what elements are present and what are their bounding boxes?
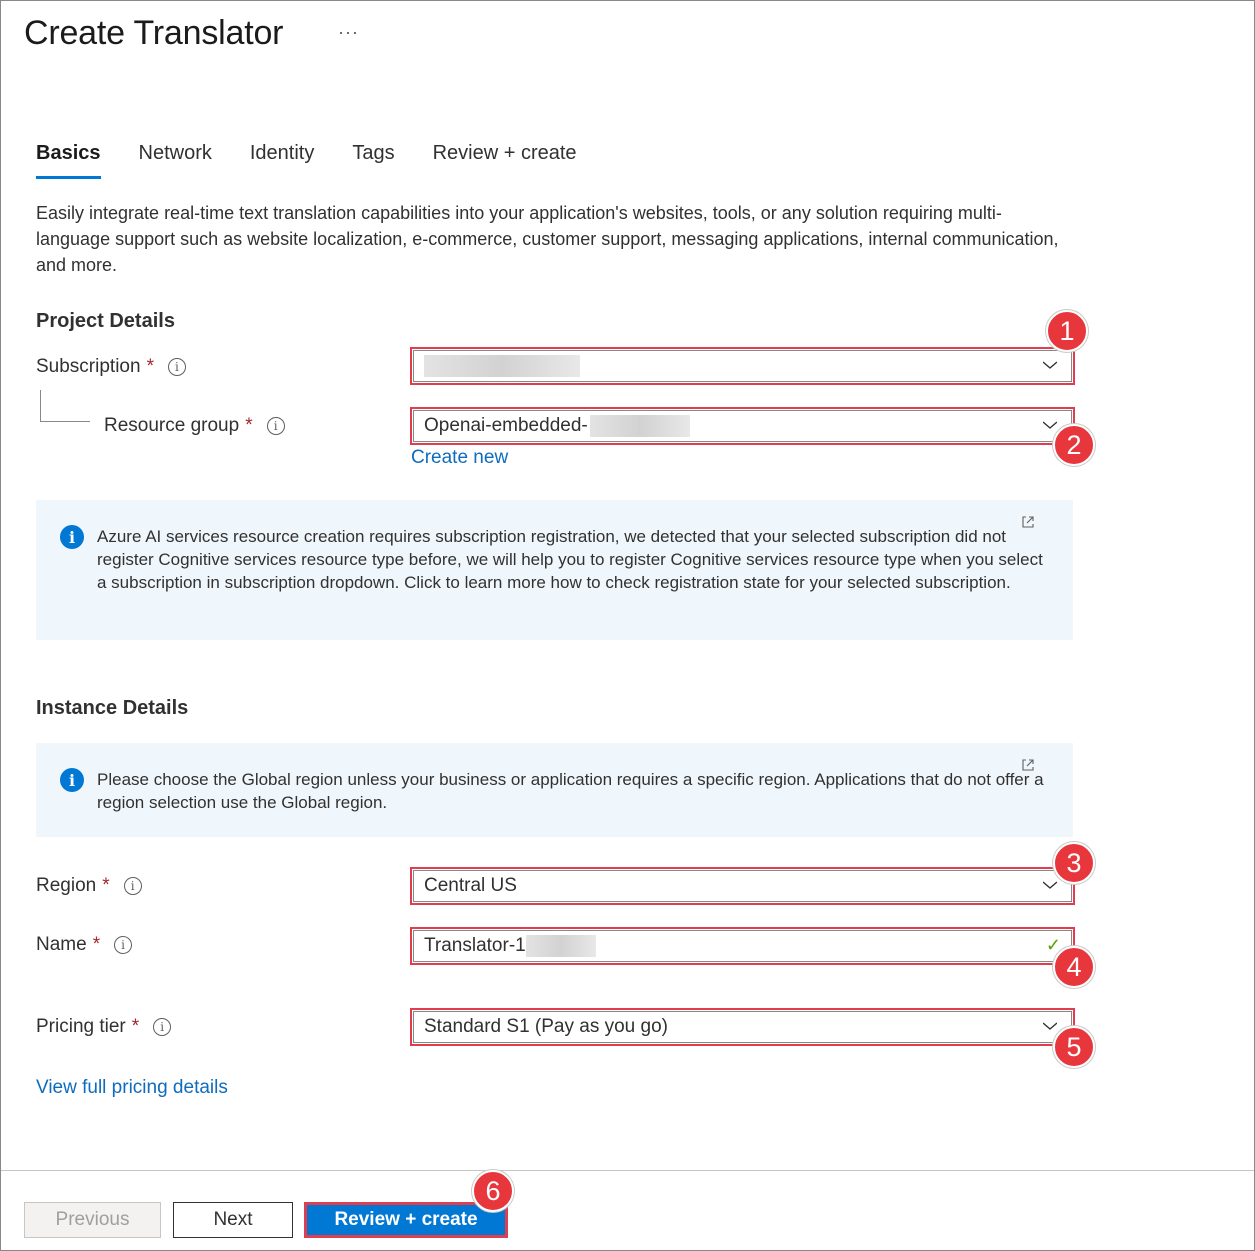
tab-tags[interactable]: Tags [352, 142, 394, 180]
view-pricing-link[interactable]: View full pricing details [36, 1077, 228, 1099]
redacted-value [525, 935, 596, 957]
footer-divider [1, 1170, 1254, 1171]
review-create-button[interactable]: Review + create [304, 1202, 508, 1238]
subscription-label: Subscription * i [36, 356, 186, 378]
external-link-icon[interactable] [1021, 758, 1035, 772]
create-new-link[interactable]: Create new [411, 447, 508, 469]
callout-badge-5: 5 [1053, 1026, 1095, 1068]
tab-bar: Basics Network Identity Tags Review + cr… [36, 142, 615, 180]
redacted-value [424, 355, 580, 377]
required-asterisk: * [102, 875, 110, 896]
registration-info-text: Azure AI services resource creation requ… [97, 527, 1043, 592]
tree-connector [40, 390, 90, 422]
chevron-down-icon [1043, 421, 1057, 429]
info-filled-icon: i [60, 525, 84, 549]
name-input[interactable]: Translator-1 ✓ [410, 927, 1075, 965]
external-link-icon[interactable] [1021, 515, 1035, 529]
tab-identity[interactable]: Identity [250, 142, 314, 180]
callout-badge-3: 3 [1053, 842, 1095, 884]
subscription-label-text: Subscription [36, 356, 141, 377]
region-value: Central US [424, 875, 517, 896]
pricing-tier-label-text: Pricing tier [36, 1016, 126, 1037]
tab-review-create[interactable]: Review + create [433, 142, 577, 180]
previous-button[interactable]: Previous [24, 1202, 161, 1238]
chevron-down-icon [1043, 881, 1057, 889]
region-info-text: Please choose the Global region unless y… [97, 770, 1044, 812]
callout-badge-4: 4 [1053, 946, 1095, 988]
info-filled-icon: i [60, 768, 84, 792]
resource-group-label-text: Resource group [104, 415, 240, 436]
name-value: Translator-1 [424, 935, 526, 956]
redacted-value [589, 415, 690, 437]
info-icon[interactable]: i [153, 1018, 172, 1036]
registration-info-banner: i Azure AI services resource creation re… [36, 500, 1073, 640]
region-dropdown[interactable]: Central US [410, 867, 1075, 905]
resource-group-label: Resource group * i [104, 415, 285, 437]
region-label-text: Region [36, 875, 97, 896]
page-title: Create Translator [24, 14, 284, 52]
required-asterisk: * [92, 934, 101, 955]
resource-group-value: Openai-embedded- [424, 415, 588, 436]
name-label-text: Name [36, 934, 87, 955]
chevron-down-icon [1043, 361, 1057, 369]
pricing-tier-dropdown[interactable]: Standard S1 (Pay as you go) [410, 1008, 1075, 1046]
resource-group-dropdown[interactable]: Openai-embedded- [410, 407, 1075, 445]
callout-badge-2: 2 [1053, 424, 1095, 466]
info-icon[interactable]: i [114, 936, 133, 954]
project-details-heading: Project Details [36, 310, 175, 332]
more-options-icon[interactable]: ··· [338, 22, 359, 43]
pricing-tier-value: Standard S1 (Pay as you go) [424, 1016, 668, 1037]
required-asterisk: * [131, 1016, 140, 1037]
required-asterisk: * [146, 356, 154, 377]
callout-badge-6: 6 [472, 1170, 514, 1212]
pricing-tier-label: Pricing tier * i [36, 1016, 172, 1038]
info-icon[interactable]: i [266, 417, 285, 435]
callout-badge-1: 1 [1046, 310, 1088, 352]
subscription-dropdown[interactable] [410, 347, 1075, 385]
name-label: Name * i [36, 934, 133, 956]
intro-description: Easily integrate real-time text translat… [36, 203, 1059, 275]
instance-details-heading: Instance Details [36, 697, 189, 719]
region-label: Region * i [36, 875, 142, 897]
next-button[interactable]: Next [173, 1202, 293, 1238]
region-info-banner: i Please choose the Global region unless… [36, 743, 1073, 837]
tab-network[interactable]: Network [139, 142, 212, 180]
required-asterisk: * [245, 415, 253, 436]
info-icon[interactable]: i [123, 877, 142, 895]
info-icon[interactable]: i [167, 358, 186, 376]
chevron-down-icon [1043, 1022, 1057, 1030]
tab-basics[interactable]: Basics [36, 142, 101, 180]
